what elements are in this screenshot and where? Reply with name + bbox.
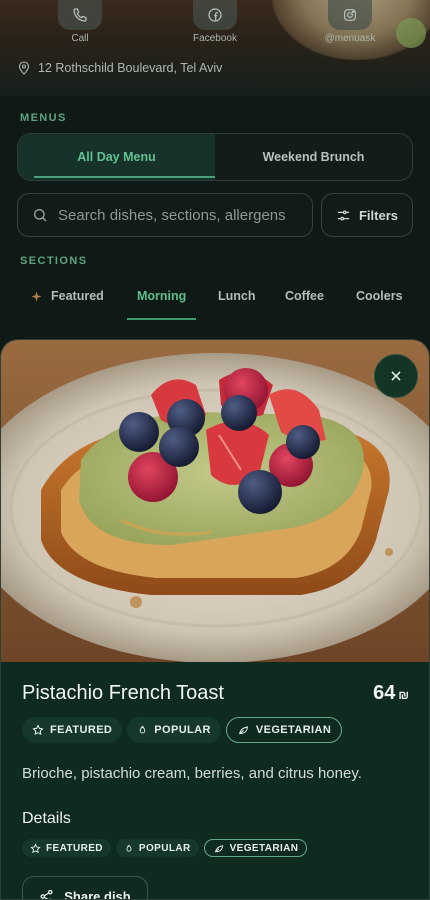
dish-tags: FEATURED POPULAR VEGETARIAN: [22, 717, 343, 743]
search-icon: [34, 209, 47, 222]
detail-tag-popular-label: POPULAR: [138, 842, 191, 854]
star-icon: [30, 842, 41, 853]
currency-symbol: ₪: [398, 688, 409, 702]
tag-popular-label: POPULAR: [154, 724, 211, 736]
dish-detail-card: Pistachio French Toast 64 ₪ FEATURED POP…: [0, 339, 430, 900]
header-food-garnish: [396, 18, 426, 48]
details-heading: Details: [22, 810, 71, 827]
tag-popular: POPULAR: [127, 717, 221, 743]
dish-description: Brioche, pistachio cream, berries, and c…: [22, 765, 362, 782]
search-input[interactable]: [58, 206, 288, 224]
filters-button[interactable]: Filters: [321, 193, 413, 237]
facebook-label: Facebook: [193, 33, 237, 44]
flame-icon: [126, 844, 132, 852]
call-link[interactable]: Call: [35, 0, 125, 44]
detail-tag-vegetarian: VEGETARIAN: [203, 839, 308, 857]
instagram-icon: [328, 0, 372, 30]
detail-tag-featured: FEATURED: [22, 839, 111, 857]
leaf-icon: [238, 726, 248, 735]
tab-coffee[interactable]: Coffee: [285, 280, 324, 320]
filters-label: Filters: [358, 207, 398, 223]
instagram-label: @menuask: [324, 33, 376, 44]
address-text: 12 Rothschild Boulevard, Tel Aviv: [38, 61, 223, 75]
close-icon: [391, 371, 401, 381]
share-dish-button[interactable]: Share dish: [22, 876, 148, 900]
close-button[interactable]: [374, 354, 418, 398]
sliders-icon: [337, 210, 350, 220]
tab-morning[interactable]: Morning: [126, 280, 197, 320]
sparkle-icon: [31, 291, 42, 302]
detail-tag-vegetarian-label: VEGETARIAN: [229, 842, 299, 854]
call-label: Call: [71, 33, 89, 44]
facebook-link[interactable]: Facebook: [170, 0, 260, 44]
share-dish-label: Share dish: [64, 889, 131, 900]
tab-lunch[interactable]: Lunch: [218, 280, 256, 320]
section-tabs: Featured Morning Lunch Coffee Coolers: [0, 280, 430, 320]
dish-price: 64 ₪: [373, 682, 409, 705]
tag-featured-label: FEATURED: [50, 724, 113, 736]
tag-featured: FEATURED: [22, 717, 123, 743]
address[interactable]: 12 Rothschild Boulevard, Tel Aviv: [18, 61, 222, 75]
menu-tab-weekend-brunch[interactable]: Weekend Brunch: [215, 134, 412, 180]
dish-name: Pistachio French Toast: [22, 682, 224, 704]
leaf-icon: [214, 844, 223, 853]
search-box: [17, 193, 313, 237]
location-pin-icon: [18, 61, 30, 75]
tag-vegetarian: VEGETARIAN: [225, 717, 343, 743]
detail-tag-featured-label: FEATURED: [46, 842, 103, 854]
dish-photo: [1, 340, 429, 662]
share-icon: [40, 889, 53, 899]
star-icon: [32, 724, 44, 736]
menus-heading: MENUS: [20, 112, 67, 124]
menu-switcher: All Day Menu Weekend Brunch: [17, 133, 413, 181]
dish-info: Pistachio French Toast 64 ₪ FEATURED POP…: [1, 662, 429, 900]
detail-tag-popular: POPULAR: [115, 839, 199, 857]
tab-coolers[interactable]: Coolers: [356, 280, 403, 320]
price-value: 64: [373, 682, 396, 704]
sections-heading: SECTIONS: [20, 255, 88, 267]
phone-icon: [58, 0, 102, 30]
flame-icon: [140, 725, 146, 734]
facebook-icon: [193, 0, 237, 30]
tag-vegetarian-label: VEGETARIAN: [255, 724, 332, 736]
menu-tab-all-day[interactable]: All Day Menu: [18, 134, 215, 180]
tab-featured-label: Featured: [51, 289, 104, 303]
detail-tags: FEATURED POPULAR VEGETARIAN: [22, 839, 308, 857]
restaurant-header: Call Facebook @menuask 12 Rothschild Bou…: [0, 0, 430, 96]
tab-featured[interactable]: Featured: [31, 280, 104, 320]
instagram-link[interactable]: @menuask: [305, 0, 395, 44]
